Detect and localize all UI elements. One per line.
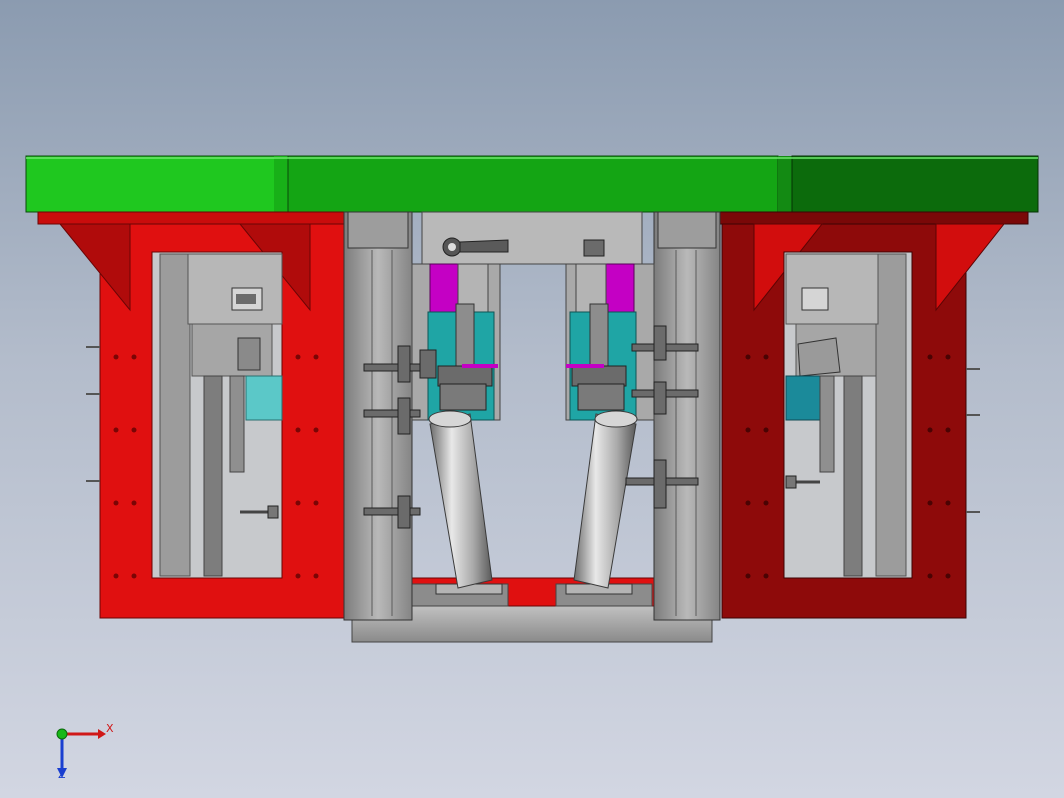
z-axis-label: Z [58, 768, 66, 781]
axis-triad: X Z [56, 722, 114, 781]
right-red-frame[interactable] [719, 211, 1029, 619]
y-axis-dot [56, 728, 68, 740]
left-angled-cylinder[interactable] [428, 410, 493, 589]
right-angled-cylinder[interactable] [573, 410, 638, 589]
cross-plate[interactable] [421, 211, 643, 265]
x-axis-label: X [106, 722, 114, 735]
left-red-frame[interactable] [37, 211, 345, 619]
top-plate[interactable] [25, 155, 1039, 213]
right-column[interactable] [653, 211, 721, 621]
left-clamp[interactable] [411, 263, 501, 421]
cad-viewport[interactable]: X Z [0, 0, 1064, 798]
